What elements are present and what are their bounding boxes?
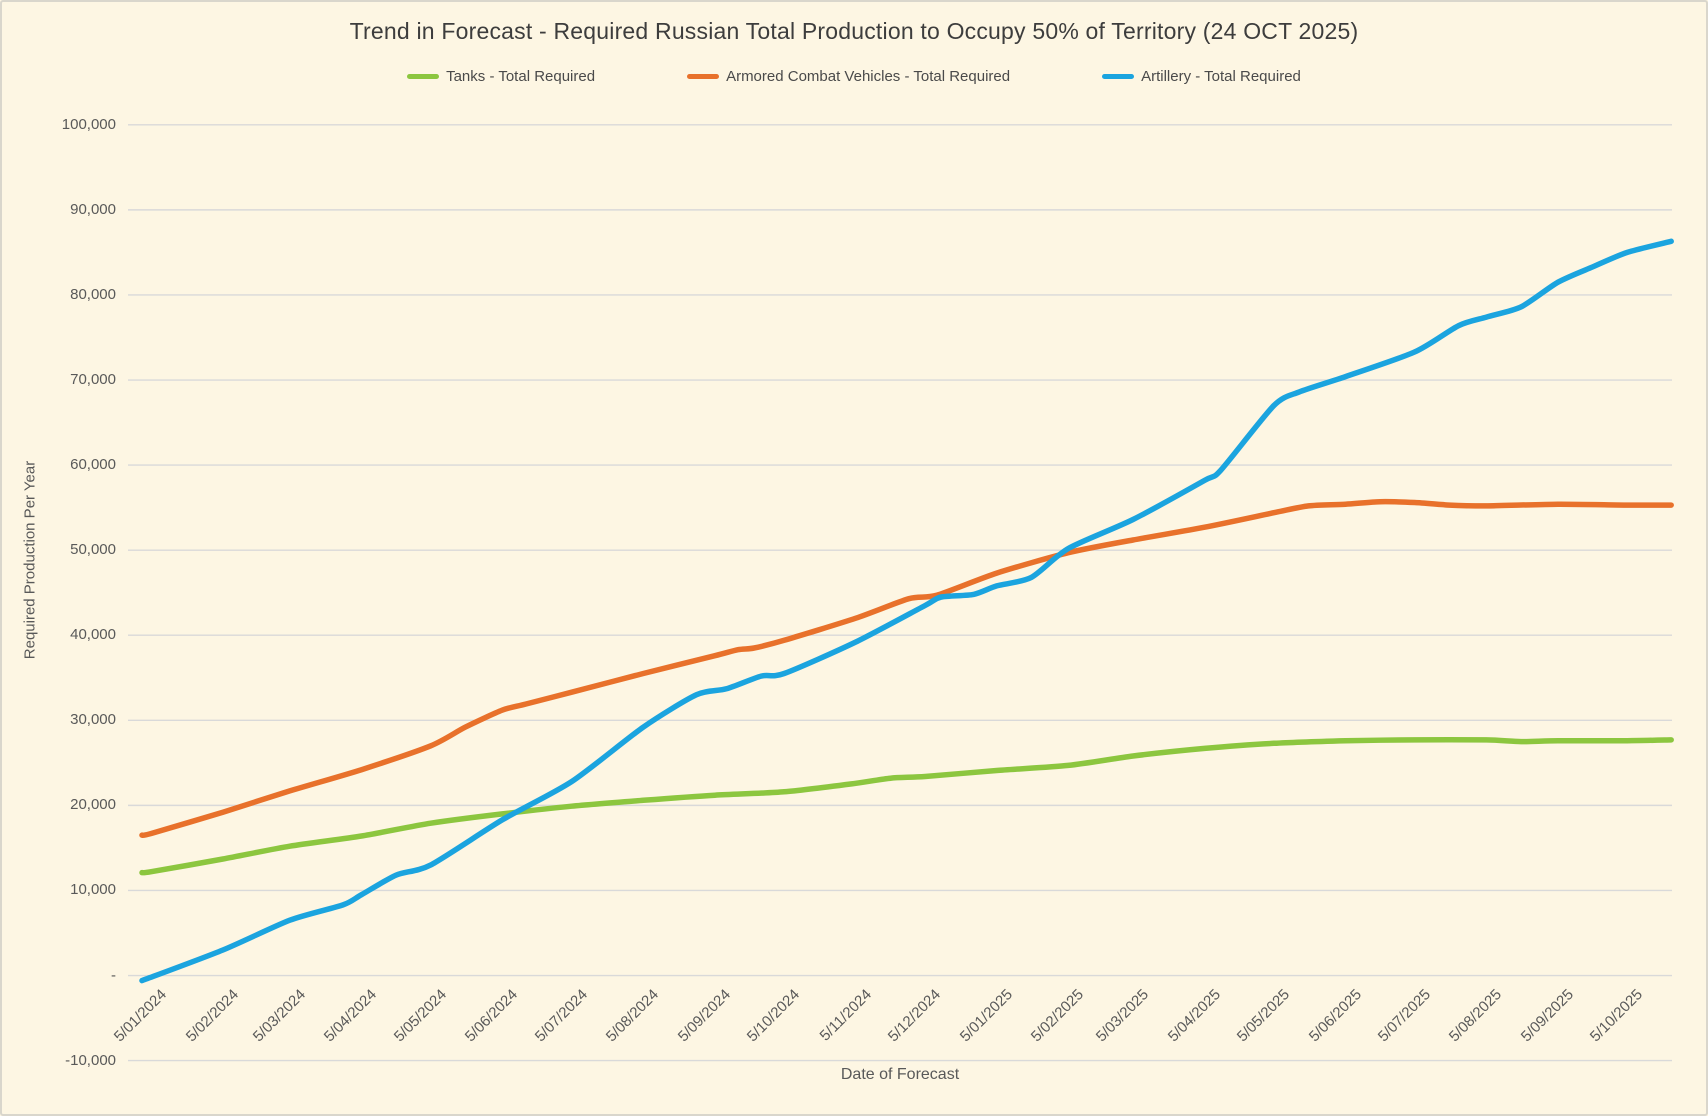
series-line-acv	[139, 498, 1674, 839]
series-line-tanks	[139, 737, 1674, 876]
plot-area	[128, 124, 1674, 1062]
series-line-artillery	[139, 238, 1674, 984]
